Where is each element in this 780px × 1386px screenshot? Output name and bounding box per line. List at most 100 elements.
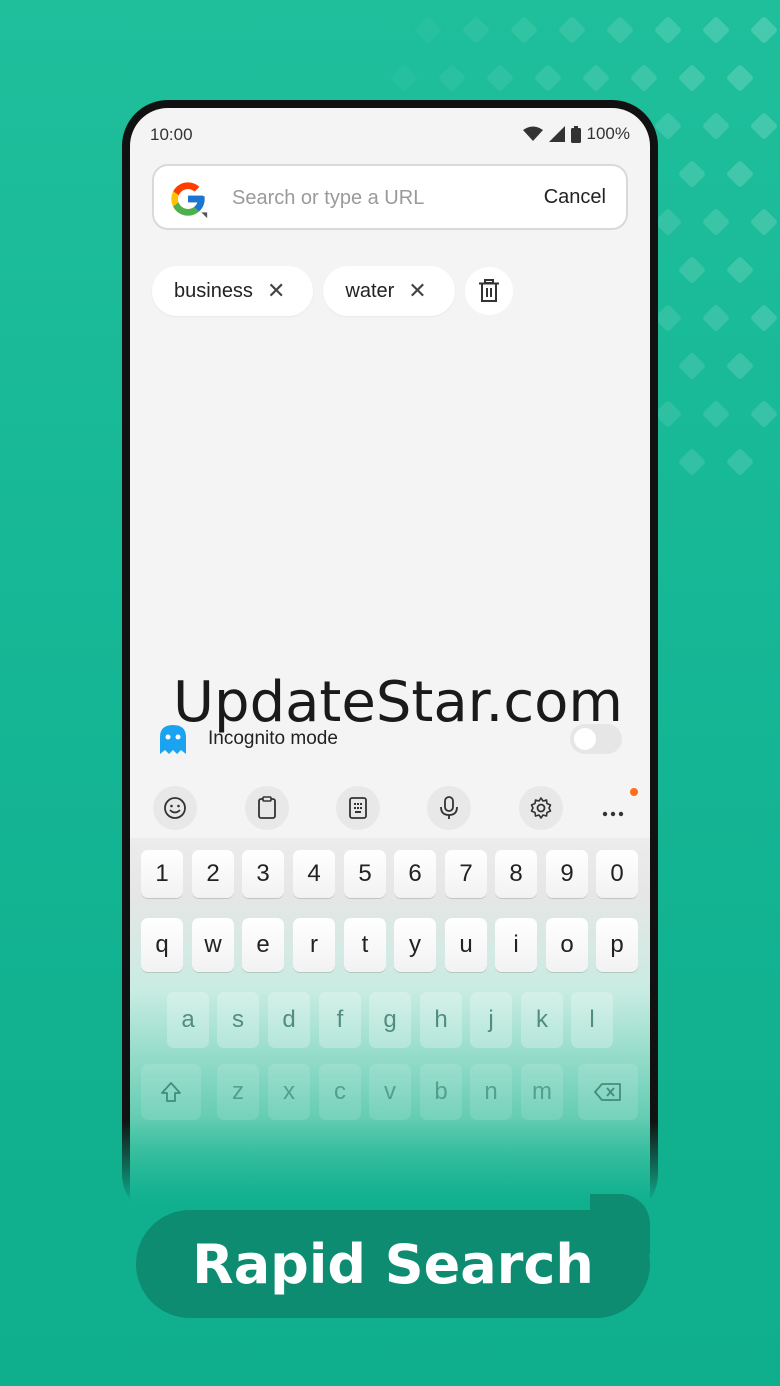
pattern-diamond — [581, 63, 611, 93]
key-f[interactable]: f — [319, 992, 361, 1048]
key-g[interactable]: g — [369, 992, 411, 1048]
key-i[interactable]: i — [495, 918, 537, 972]
key-n[interactable]: n — [470, 1064, 512, 1120]
pattern-diamond — [677, 63, 707, 93]
pattern-diamond — [701, 399, 731, 429]
keypad-button[interactable] — [336, 786, 380, 830]
pattern-diamond — [725, 255, 755, 285]
status-icons: 100% — [522, 124, 630, 144]
pattern-diamond — [725, 63, 755, 93]
key-x[interactable]: x — [268, 1064, 310, 1120]
key-t[interactable]: t — [344, 918, 386, 972]
search-chip-water[interactable]: water ✕ — [323, 266, 455, 316]
close-icon[interactable]: ✕ — [267, 280, 285, 302]
key-b[interactable]: b — [420, 1064, 462, 1120]
more-icon — [602, 811, 624, 817]
phone-screen: 10:00 100% Cancel business ✕ — [130, 108, 650, 1220]
key-r[interactable]: r — [293, 918, 335, 972]
status-time: 10:00 — [150, 125, 193, 144]
key-o[interactable]: o — [546, 918, 588, 972]
shift-key[interactable] — [141, 1064, 201, 1120]
pattern-diamond — [701, 303, 731, 333]
clear-history-button[interactable] — [464, 267, 513, 315]
pattern-diamond — [725, 447, 755, 477]
key-a[interactable]: a — [167, 992, 209, 1048]
key-l[interactable]: l — [571, 992, 613, 1048]
emoji-button[interactable] — [153, 786, 197, 830]
key-0[interactable]: 0 — [596, 850, 638, 898]
pattern-diamond — [509, 15, 539, 45]
pattern-diamond — [605, 15, 635, 45]
key-y[interactable]: y — [394, 918, 436, 972]
close-icon[interactable]: ✕ — [408, 280, 426, 302]
pattern-diamond — [653, 303, 683, 333]
chip-label: business — [174, 279, 253, 302]
rapid-search-banner: Rapid Search — [136, 1210, 650, 1318]
key-q[interactable]: q — [141, 918, 183, 972]
recent-searches: business ✕ water ✕ — [152, 266, 513, 316]
key-v[interactable]: v — [369, 1064, 411, 1120]
cancel-button[interactable]: Cancel — [544, 186, 606, 209]
pattern-diamond — [653, 399, 683, 429]
google-icon[interactable] — [168, 179, 208, 219]
key-e[interactable]: e — [242, 918, 284, 972]
key-p[interactable]: p — [596, 918, 638, 972]
pattern-diamond — [749, 399, 779, 429]
pattern-diamond — [533, 63, 563, 93]
notification-dot — [630, 788, 638, 796]
key-s[interactable]: s — [217, 992, 259, 1048]
settings-icon — [530, 797, 552, 819]
pattern-diamond — [414, 16, 442, 44]
pattern-diamond — [653, 111, 683, 141]
backspace-key[interactable] — [578, 1064, 638, 1120]
key-6[interactable]: 6 — [394, 850, 436, 898]
pattern-diamond — [437, 63, 467, 93]
pattern-diamond — [653, 207, 683, 237]
shift-icon — [161, 1082, 181, 1102]
clipboard-button[interactable] — [245, 786, 289, 830]
key-u[interactable]: u — [445, 918, 487, 972]
pattern-diamond — [390, 64, 418, 92]
key-c[interactable]: c — [319, 1064, 361, 1120]
pattern-diamond — [701, 15, 731, 45]
key-z[interactable]: z — [217, 1064, 259, 1120]
watermark-text: UpdateStar.com — [173, 670, 623, 735]
pattern-diamond — [677, 255, 707, 285]
search-bar[interactable]: Cancel — [152, 164, 628, 230]
key-d[interactable]: d — [268, 992, 310, 1048]
battery-icon — [570, 125, 581, 143]
search-chip-business[interactable]: business ✕ — [152, 266, 314, 316]
more-button[interactable] — [602, 804, 632, 817]
pattern-diamond — [677, 447, 707, 477]
key-9[interactable]: 9 — [546, 850, 588, 898]
pattern-diamond — [749, 207, 779, 237]
pattern-diamond — [653, 15, 683, 45]
pattern-diamond — [749, 111, 779, 141]
trash-icon — [478, 279, 499, 302]
pattern-diamond — [725, 351, 755, 381]
key-2[interactable]: 2 — [192, 850, 234, 898]
key-k[interactable]: k — [521, 992, 563, 1048]
voice-input-button[interactable] — [427, 786, 471, 830]
key-w[interactable]: w — [192, 918, 234, 972]
key-h[interactable]: h — [420, 992, 462, 1048]
keyboard-settings-button[interactable] — [519, 786, 563, 830]
key-5[interactable]: 5 — [344, 850, 386, 898]
pattern-diamond — [749, 303, 779, 333]
key-1[interactable]: 1 — [141, 850, 183, 898]
key-3[interactable]: 3 — [242, 850, 284, 898]
key-m[interactable]: m — [521, 1064, 563, 1120]
key-4[interactable]: 4 — [293, 850, 335, 898]
pattern-diamond — [485, 63, 515, 93]
emoji-icon — [164, 797, 186, 819]
battery-percent: 100% — [586, 124, 630, 143]
status-bar: 10:00 100% — [130, 122, 650, 148]
search-input[interactable] — [232, 184, 512, 212]
key-8[interactable]: 8 — [495, 850, 537, 898]
key-7[interactable]: 7 — [445, 850, 487, 898]
pattern-diamond — [461, 15, 491, 45]
pattern-diamond — [677, 159, 707, 189]
phone-frame: 10:00 100% Cancel business ✕ — [122, 100, 658, 1220]
key-j[interactable]: j — [470, 992, 512, 1048]
keypad-icon — [349, 797, 367, 819]
